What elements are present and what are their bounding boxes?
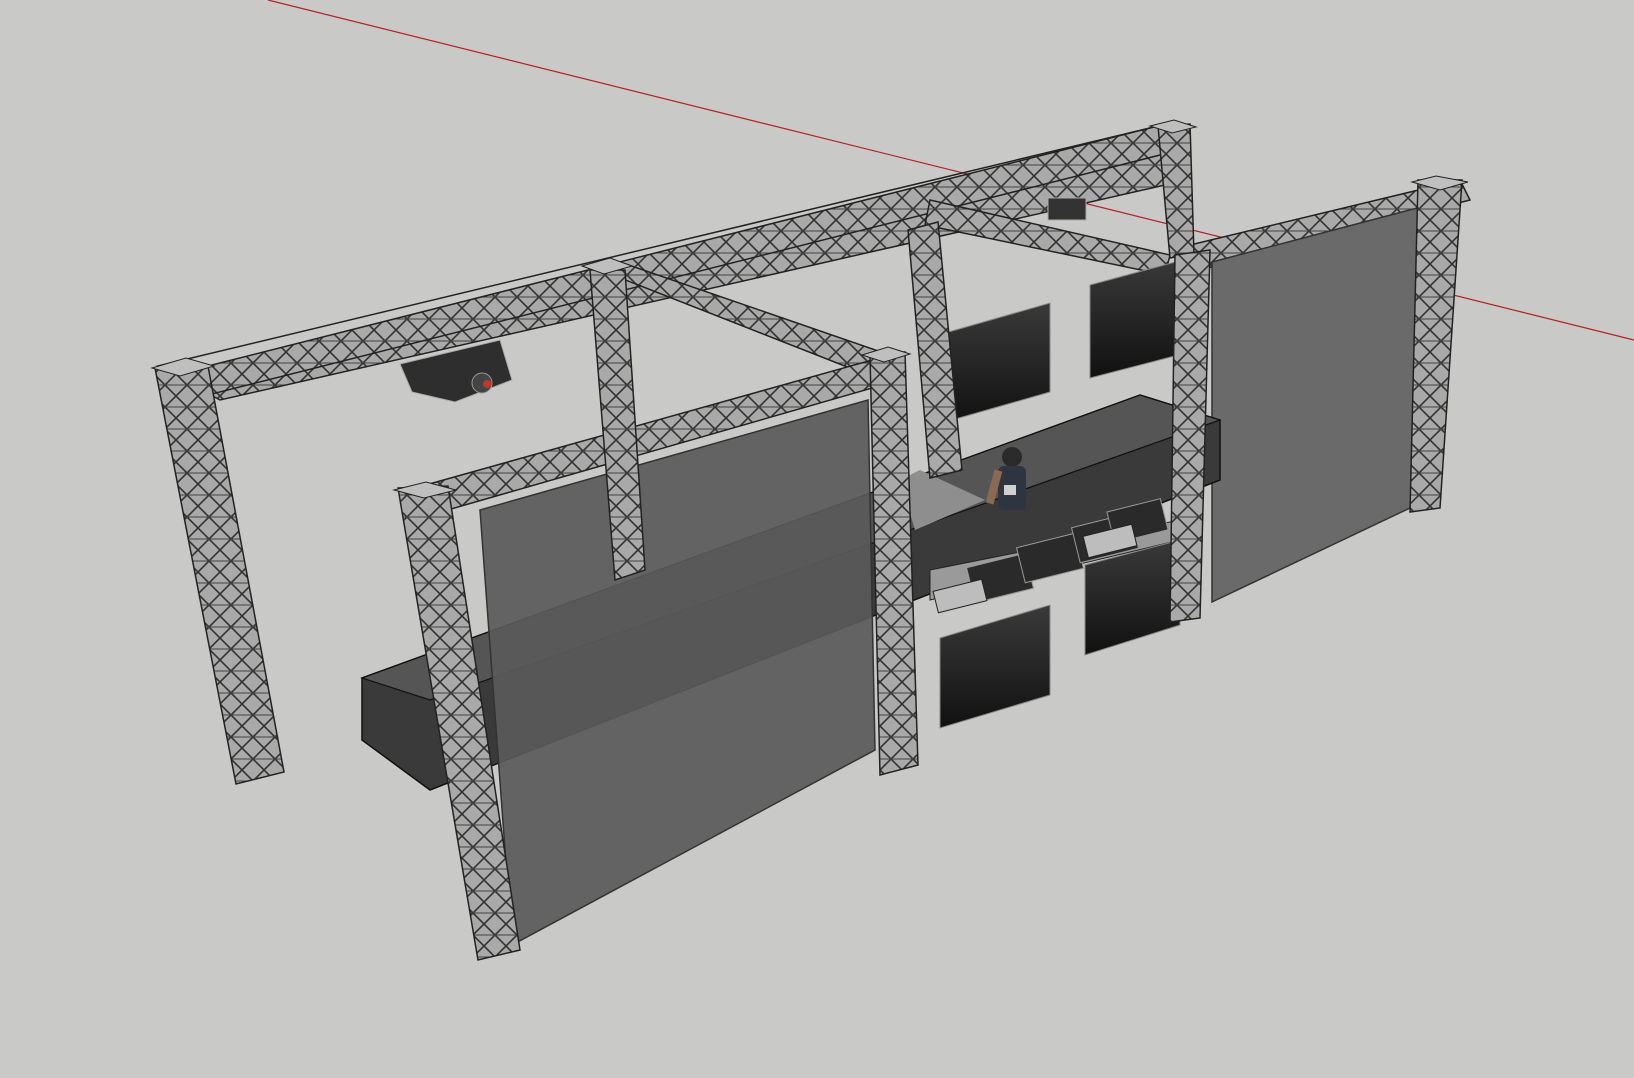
3d-scene[interactable] (0, 0, 1634, 1078)
projection-screen-right[interactable] (1211, 201, 1441, 604)
modeling-viewport[interactable] (0, 0, 1634, 1078)
stage-light (1047, 197, 1087, 221)
